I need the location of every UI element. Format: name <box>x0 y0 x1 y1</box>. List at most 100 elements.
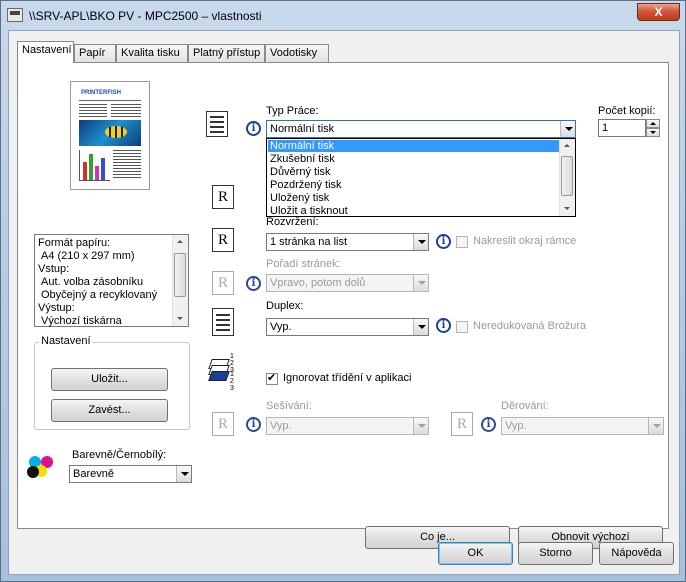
dialog-client: Nastavení Papír Kvalita tisku Platný pří… <box>8 30 680 575</box>
summary-scrollbar[interactable] <box>172 235 188 326</box>
chevron-down-icon[interactable] <box>560 121 575 137</box>
dropdown-option[interactable]: Normální tisk <box>268 140 559 152</box>
booklet-label: Neredukovaná Brožura <box>473 320 587 332</box>
collate-digits-bottom: 1 2 3 <box>230 371 234 392</box>
booklet-checkbox[interactable] <box>456 321 468 333</box>
dropdown-option[interactable]: Zkušební tisk <box>270 153 335 165</box>
chevron-down-icon[interactable] <box>176 466 191 482</box>
ok-button[interactable]: OK <box>438 542 513 565</box>
copies-value: 1 <box>602 122 609 134</box>
info-icon[interactable]: i <box>436 234 451 249</box>
page-preview: PRINTERFISH <box>70 81 150 190</box>
preview-bar-chart <box>79 150 110 181</box>
page-order-value: Vpravo, potom dolů <box>270 277 366 289</box>
staple-label: Sešívání: <box>266 400 312 412</box>
chevron-down-icon[interactable] <box>413 275 428 291</box>
job-type-icon <box>206 111 228 137</box>
draw-frame-checkbox[interactable] <box>456 236 468 248</box>
cancel-button[interactable]: Storno <box>518 542 593 565</box>
job-type-value: Normální tisk <box>270 123 335 135</box>
chevron-down-icon[interactable] <box>413 319 428 335</box>
window-title: \\SRV-APL\BKO PV - MPC2500 – vlastnosti <box>29 9 262 23</box>
draw-frame-label: Nakreslit okraj rámce <box>473 235 577 247</box>
collate-icon: 1 2 3 1 2 3 <box>208 353 240 392</box>
info-icon[interactable]: i <box>481 417 496 432</box>
close-button[interactable]: X <box>637 3 680 21</box>
info-icon[interactable]: i <box>246 417 261 432</box>
tab-papir[interactable]: Papír <box>74 44 116 62</box>
dropdown-option[interactable]: Uložený tisk <box>270 192 329 204</box>
page-r-icon: R <box>212 185 234 209</box>
layout-label: Rozvržení: <box>266 216 319 228</box>
info-icon[interactable]: i <box>246 121 261 136</box>
staple-value: Vyp. <box>270 420 292 432</box>
tab-platny-pristup[interactable]: Platný přístup <box>188 44 265 62</box>
tab-vodotisky[interactable]: Vodotisky <box>265 44 329 62</box>
ignore-collate-checkbox[interactable] <box>266 371 278 385</box>
job-type-select[interactable]: Normální tisk <box>266 120 576 138</box>
layout-select[interactable]: 1 stránka na list <box>266 233 429 251</box>
preview-bar <box>83 162 87 180</box>
copies-stepper[interactable] <box>646 119 660 137</box>
tab-kvalita-tisku[interactable]: Kvalita tisku <box>116 44 188 62</box>
help-button[interactable]: Nápověda <box>599 542 674 565</box>
list-item: Výstup: <box>38 302 75 314</box>
staple-icon: R <box>212 412 234 436</box>
ignore-collate-label: Ignorovat třídění v aplikaci <box>283 372 412 384</box>
scroll-thumb[interactable] <box>561 156 573 196</box>
job-type-label: Typ Práce: <box>266 105 319 117</box>
scroll-down-icon[interactable] <box>173 311 188 326</box>
color-label: Barevně/Černobílý: <box>72 449 167 461</box>
list-item: Obyčejný a recyklovaný <box>41 289 158 301</box>
save-settings-button[interactable]: Uložit... <box>51 368 168 391</box>
job-type-dropdown[interactable]: Normální tisk Zkušební tisk Důvěrný tisk… <box>266 138 576 217</box>
duplex-label: Duplex: <box>266 300 304 312</box>
duplex-select[interactable]: Vyp. <box>266 318 429 336</box>
decrement-icon[interactable] <box>646 128 660 137</box>
punch-select[interactable]: Vyp. <box>501 417 664 435</box>
info-icon[interactable]: i <box>246 276 261 291</box>
preview-rule <box>79 100 141 101</box>
settings-group-title: Nastavení <box>39 335 93 347</box>
page-order-icon: R <box>212 271 234 295</box>
preview-bar <box>89 154 93 180</box>
staple-select[interactable]: Vyp. <box>266 417 429 435</box>
list-item: A4 (210 x 297 mm) <box>41 250 135 262</box>
dropdown-option[interactable]: Důvěrný tisk <box>270 166 331 178</box>
load-settings-button[interactable]: Zavést... <box>51 399 168 422</box>
page-order-label: Pořadí stránek: <box>266 258 341 270</box>
scroll-up-icon[interactable] <box>560 139 575 154</box>
dropdown-option[interactable]: Pozdržený tisk <box>270 179 342 191</box>
list-item: Aut. volba zásobníku <box>41 276 144 288</box>
title-bar[interactable]: \\SRV-APL\BKO PV - MPC2500 – vlastnosti … <box>1 1 686 31</box>
duplex-value: Vyp. <box>270 321 292 333</box>
sheet <box>208 371 230 381</box>
info-icon[interactable]: i <box>436 318 451 333</box>
increment-icon[interactable] <box>646 119 660 128</box>
scroll-up-icon[interactable] <box>173 235 188 250</box>
copies-input[interactable]: 1 <box>598 119 646 137</box>
printer-icon <box>7 8 23 22</box>
page-order-select[interactable]: Vpravo, potom dolů <box>266 274 429 292</box>
chevron-down-icon[interactable] <box>648 418 663 434</box>
dropdown-scrollbar[interactable] <box>559 139 575 216</box>
fish-image <box>79 120 141 146</box>
fish-icon <box>105 126 127 138</box>
scroll-thumb[interactable] <box>174 253 186 297</box>
black-dot <box>27 466 39 478</box>
preview-text-block <box>113 150 141 180</box>
punch-icon: R <box>451 412 473 436</box>
scroll-down-icon[interactable] <box>560 201 575 216</box>
chevron-down-icon[interactable] <box>413 234 428 250</box>
punch-value: Vyp. <box>505 420 527 432</box>
chevron-down-icon[interactable] <box>413 418 428 434</box>
dropdown-option[interactable]: Uložit a tisknout <box>270 205 348 217</box>
preview-bar <box>101 158 105 180</box>
settings-summary-list[interactable]: Formát papíru: A4 (210 x 297 mm) Vstup: … <box>34 234 189 327</box>
preview-text-block <box>79 104 107 118</box>
color-mode-select[interactable]: Barevně <box>69 465 192 483</box>
list-item: Výchozí tiskárna <box>41 315 122 327</box>
tab-nastaveni[interactable]: Nastavení <box>17 41 74 63</box>
printer-properties-window: \\SRV-APL\BKO PV - MPC2500 – vlastnosti … <box>0 0 686 582</box>
color-mode-value: Barevně <box>73 468 114 480</box>
